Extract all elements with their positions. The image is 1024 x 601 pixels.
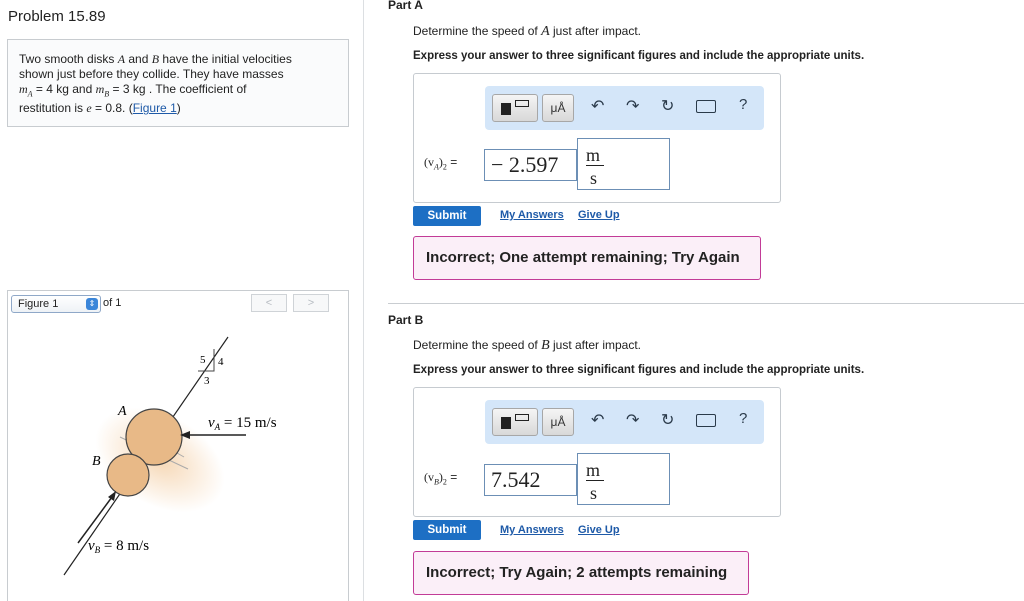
part-a-var-label: (vA)2 = [424,155,457,171]
problem-text: and [125,52,152,66]
part-a-toolbar: μÅ ↶ ↷ ↻ ? [485,86,764,130]
problem-text: . The coefficient of [145,82,247,96]
part-b-my-answers-link[interactable]: My Answers [500,524,564,536]
fraction-bar [586,480,604,481]
symbol-mA: m [19,82,28,96]
problem-line-3: mA = 4 kg and mB = 3 kg . The coefficien… [19,82,337,101]
part-a-my-answers-link[interactable]: My Answers [500,209,564,221]
part-a-unit-input[interactable]: m s [577,138,670,190]
var-equals: = [446,470,458,484]
label-A: A [117,404,127,419]
part-b-unit-input[interactable]: m s [577,453,670,505]
slope-label-4: 4 [218,356,224,368]
figure-link[interactable]: Figure 1 [133,101,177,115]
prompt-text: Determine the speed of [413,338,542,352]
help-icon[interactable]: ? [739,410,747,427]
part-b-give-up-link[interactable]: Give Up [578,524,620,536]
disk-B [106,453,150,497]
problem-text: restitution is [19,101,87,116]
problem-line-4: restitution is e = 0.8. (Figure 1) [19,101,337,116]
templates-icon[interactable] [492,408,538,436]
prompt-var: A [541,24,550,39]
mass-A-value: = 4 kg and [32,82,96,96]
help-icon[interactable]: ? [739,96,747,113]
symbol-B: B [151,52,160,66]
problem-line-1: Two smooth disks A and B have the initia… [19,52,337,67]
reset-icon[interactable]: ↻ [661,410,674,430]
unit-numerator: m [586,460,601,480]
part-b-value-input[interactable]: 7.542 [484,464,577,496]
part-b-feedback: Incorrect; Try Again; 2 attempts remaini… [413,551,749,595]
prompt-text: just after impact. [549,24,642,38]
undo-icon[interactable]: ↶ [591,410,604,430]
symbol-A: A [117,52,126,66]
mass-B-value: = 3 kg [109,82,146,96]
part-b-var-label: (vB)2 = [424,470,457,486]
part-b-instructions: Express your answer to three significant… [413,364,865,376]
velocity-label-A: vA = 15 m/s [208,415,277,432]
collision-diagram: 5 4 3 A B vA = 15 m/s vB = 8 m/s [63,336,277,576]
units-icon[interactable]: μÅ [542,94,574,122]
part-b-prompt: Determine the speed of B just after impa… [413,338,641,354]
fraction-bar [586,165,604,166]
velocity-label-B: vB = 8 m/s [88,538,149,555]
part-divider [388,303,1024,304]
problem-title: Problem 15.89 [8,8,106,25]
symbol-mB: m [95,82,105,96]
part-a-instructions: Express your answer to three significant… [413,50,865,62]
unit-denominator: s [590,483,598,503]
problem-text: Two smooth disks [19,52,118,66]
velocity-arrow-B [77,496,113,544]
part-a-feedback: Incorrect; One attempt remaining; Try Ag… [413,236,761,280]
figure-count: of 1 [103,297,122,309]
keyboard-icon[interactable] [696,414,716,427]
part-b-submit-button[interactable]: Submit [413,520,481,540]
column-divider [363,0,364,601]
figure-select[interactable]: Figure 1 ⇕ [11,295,101,313]
prompt-var: B [541,338,550,353]
problem-line-2: shown just before they collide. They hav… [19,67,284,81]
next-figure-button[interactable]: > [293,294,329,312]
redo-icon[interactable]: ↷ [626,96,639,116]
problem-text: have the initial velocities [159,52,292,66]
part-b-toolbar: μÅ ↶ ↷ ↻ ? [485,400,764,444]
restitution-value: = 0.8. ( [91,101,133,116]
part-a-give-up-link[interactable]: Give Up [578,209,620,221]
var-equals: = [446,155,458,169]
unit-numerator: m [586,145,601,165]
figure-select-value: Figure 1 [18,298,59,310]
part-a-value-input[interactable]: − 2.597 [484,149,577,181]
chevron-updown-icon: ⇕ [86,298,98,310]
label-B: B [92,454,101,469]
unit-denominator: s [590,168,598,188]
templates-icon[interactable] [492,94,538,122]
part-b-title: Part B [388,313,424,327]
var-open: (v [424,470,434,484]
arrowhead-B [108,491,116,501]
part-a-title: Part A [388,0,423,12]
var-open: (v [424,155,434,169]
prev-figure-button[interactable]: < [251,294,287,312]
keyboard-icon[interactable] [696,100,716,113]
units-icon[interactable]: μÅ [542,408,574,436]
part-a-submit-button[interactable]: Submit [413,206,481,226]
part-a-prompt: Determine the speed of A just after impa… [413,24,641,40]
undo-icon[interactable]: ↶ [591,96,604,116]
redo-icon[interactable]: ↷ [626,410,639,430]
prompt-text: just after impact. [549,338,642,352]
problem-statement: Two smooth disks A and B have the initia… [7,39,349,127]
problem-text: ) [176,101,181,116]
prompt-text: Determine the speed of [413,24,542,38]
slope-label-5: 5 [200,354,206,366]
reset-icon[interactable]: ↻ [661,96,674,116]
slope-label-3: 3 [204,375,210,387]
